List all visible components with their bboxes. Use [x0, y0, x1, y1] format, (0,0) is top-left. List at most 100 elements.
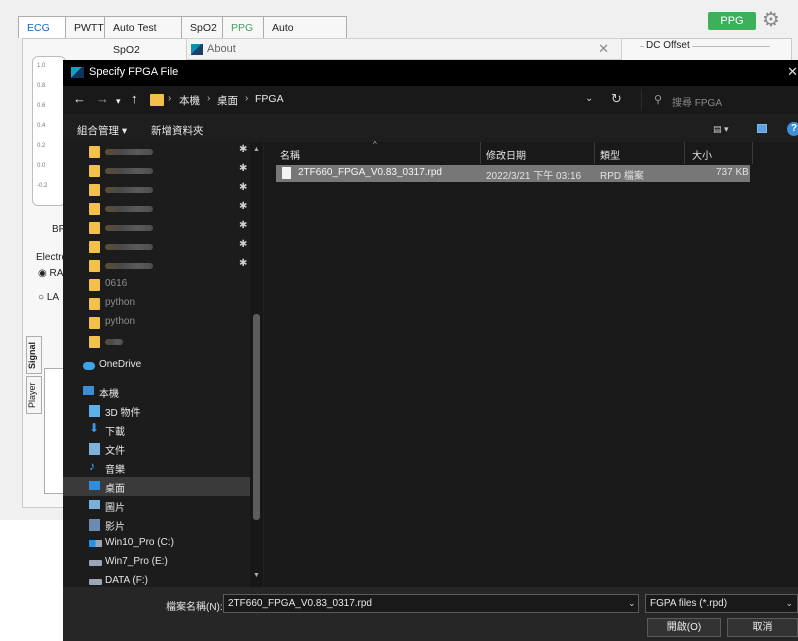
- column-header-modified[interactable]: 修改日期: [486, 147, 526, 162]
- nav-item-label: 音樂: [105, 465, 125, 476]
- pin-icon[interactable]: ✱: [239, 144, 247, 155]
- nav-item-videos[interactable]: 影片: [63, 515, 250, 534]
- scroll-up-icon[interactable]: ▲: [253, 146, 260, 153]
- nav-item-label: 本機: [99, 389, 119, 400]
- quick-access-folder[interactable]: ✱: [63, 199, 250, 218]
- pin-icon[interactable]: ✱: [239, 220, 247, 231]
- back-arrow-icon[interactable]: ←: [73, 91, 86, 107]
- onedrive-icon: [83, 362, 95, 370]
- side-tab-signal[interactable]: Signal: [26, 336, 42, 374]
- pin-icon[interactable]: ✱: [239, 182, 247, 193]
- nav-item-label: DATA (F:): [105, 575, 148, 586]
- address-dropdown-icon[interactable]: ⌄: [585, 93, 593, 104]
- radio-ra[interactable]: ◉ RA: [38, 268, 63, 279]
- tab-ppg[interactable]: PPG: [222, 16, 264, 38]
- side-tab-player[interactable]: Player: [26, 376, 42, 414]
- preview-pane-icon[interactable]: [757, 124, 767, 133]
- view-options-icon[interactable]: ▤ ▾: [713, 124, 729, 135]
- nav-item-desktop[interactable]: 桌面: [63, 477, 250, 496]
- organize-button[interactable]: 組合管理 ▾: [77, 123, 127, 138]
- tab-spo2[interactable]: SpO2: [181, 16, 223, 38]
- nav-item-drive-e[interactable]: Win7_Pro (E:): [63, 553, 250, 572]
- refresh-icon[interactable]: ↻: [611, 91, 622, 107]
- nav-item-label: OneDrive: [99, 359, 142, 370]
- quick-access-folder[interactable]: ✱: [63, 180, 250, 199]
- quick-access-folder[interactable]: ✱: [63, 218, 250, 237]
- quick-access-folder[interactable]: ✱: [63, 237, 250, 256]
- pin-icon[interactable]: ✱: [239, 163, 247, 174]
- radio-la[interactable]: ○ LA: [38, 292, 59, 303]
- nav-item-0616[interactable]: 0616: [63, 275, 250, 294]
- up-arrow-icon[interactable]: ↑: [131, 91, 138, 107]
- gear-icon[interactable]: ⚙: [762, 10, 780, 30]
- open-button[interactable]: 開啟(O): [647, 618, 721, 637]
- tab-pwtt[interactable]: PWTT: [65, 16, 105, 38]
- nav-item-python[interactable]: python: [63, 313, 250, 332]
- address-bar[interactable]: › 本機 › 桌面 › FPGA: [147, 89, 639, 111]
- nav-item-pictures[interactable]: 圖片: [63, 496, 250, 515]
- tab-auto-sequence[interactable]: Auto Sequence: [263, 16, 347, 56]
- scroll-down-icon[interactable]: ▼: [253, 572, 260, 579]
- nav-item-documents[interactable]: 文件: [63, 439, 250, 458]
- pin-icon[interactable]: ✱: [239, 201, 247, 212]
- help-icon[interactable]: ?: [787, 122, 798, 136]
- tab-auto-test-spo2[interactable]: Auto Test SpO2: [104, 16, 182, 56]
- navigation-scrollbar[interactable]: ▲ ▼: [250, 142, 263, 587]
- nav-item-label: 3D 物件: [105, 408, 141, 419]
- navigation-pane: ✱ ✱ ✱ ✱ ✱ ✱ ✱ 0616 python python OneDriv…: [63, 142, 263, 587]
- column-header-row: ^ 名稱 修改日期 類型 大小: [264, 140, 798, 164]
- scrollbar-thumb[interactable]: [253, 314, 260, 520]
- search-box[interactable]: ⚲ 搜尋 FPGA: [641, 89, 798, 111]
- folder-icon: [89, 279, 100, 291]
- filename-history-dropdown-icon[interactable]: ⌄: [628, 598, 636, 609]
- quick-access-folder[interactable]: ✱: [63, 142, 250, 161]
- nav-item-label: 文件: [105, 446, 125, 457]
- column-separator[interactable]: [480, 142, 481, 164]
- column-separator[interactable]: [594, 142, 595, 164]
- new-folder-button[interactable]: 新增資料夾: [151, 123, 204, 138]
- pin-icon[interactable]: ✱: [239, 239, 247, 250]
- recent-dropdown-icon[interactable]: ▾: [116, 93, 121, 109]
- close-icon[interactable]: ✕: [598, 41, 609, 57]
- file-name: 2TF660_FPGA_V0.83_0317.rpd: [298, 167, 442, 178]
- app-icon: [71, 67, 84, 78]
- column-header-name[interactable]: 名稱: [280, 147, 300, 162]
- nav-item-drive-c[interactable]: Win10_Pro (C:): [63, 534, 250, 553]
- nav-item-python[interactable]: python: [63, 294, 250, 313]
- tab-ecg[interactable]: ECG: [18, 16, 66, 38]
- file-type-filter-select[interactable]: FGPA files (*.rpd) ⌄: [645, 594, 798, 613]
- folder-icon: [89, 260, 100, 272]
- folder-icon: [89, 317, 100, 329]
- cancel-button[interactable]: 取消: [727, 618, 798, 637]
- nav-item-downloads[interactable]: ⬇ 下載: [63, 420, 250, 439]
- column-separator[interactable]: [684, 142, 685, 164]
- dialog-title: Specify FPGA File: [89, 66, 179, 78]
- nav-item-onedrive[interactable]: OneDrive: [63, 356, 250, 375]
- nav-item-label: Win7_Pro (E:): [105, 556, 168, 567]
- breadcrumb-fpga[interactable]: FPGA: [255, 93, 284, 105]
- filename-input[interactable]: [223, 594, 639, 613]
- ppg-mode-button[interactable]: PPG: [708, 12, 756, 30]
- nav-item-music[interactable]: ♪ 音樂: [63, 458, 250, 477]
- nav-item-label: python: [105, 316, 136, 327]
- pin-icon[interactable]: ✱: [239, 258, 247, 269]
- file-row[interactable]: 2TF660_FPGA_V0.83_0317.rpd 2022/3/21 下午 …: [276, 165, 750, 182]
- column-header-size[interactable]: 大小: [692, 147, 712, 162]
- nav-item-label: 桌面: [105, 484, 125, 495]
- column-separator[interactable]: [752, 142, 753, 164]
- folder-icon: [89, 241, 100, 253]
- quick-access-folder[interactable]: ✱: [63, 161, 250, 180]
- quick-access-folder[interactable]: ✱: [63, 256, 250, 275]
- nav-item-drive-f[interactable]: DATA (F:): [63, 572, 250, 587]
- column-header-type[interactable]: 類型: [600, 147, 620, 162]
- quick-access-folder[interactable]: [63, 332, 250, 351]
- drive-icon: [89, 560, 102, 566]
- breadcrumb-this-pc[interactable]: 本機: [179, 93, 200, 108]
- nav-item-label: 0616: [105, 278, 128, 289]
- breadcrumb-desktop[interactable]: 桌面: [217, 93, 238, 108]
- forward-arrow-icon[interactable]: →: [96, 91, 109, 107]
- videos-icon: [89, 519, 100, 531]
- close-icon[interactable]: ✕: [787, 64, 798, 80]
- nav-item-3d-objects[interactable]: 3D 物件: [63, 401, 250, 420]
- nav-item-this-pc[interactable]: 本機: [63, 382, 250, 401]
